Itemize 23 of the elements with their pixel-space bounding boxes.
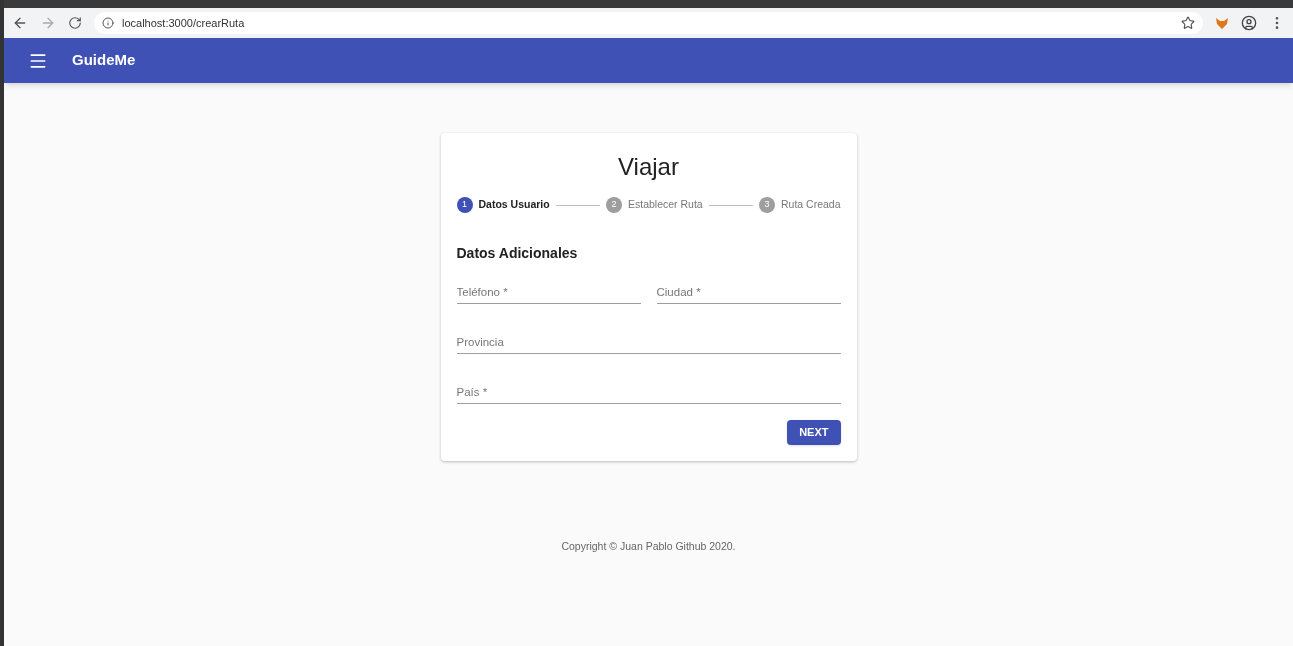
info-icon[interactable] — [102, 17, 114, 29]
app-title: GuideMe — [72, 50, 136, 71]
url-text: localhost:3000/crearRuta — [122, 15, 245, 31]
step-number: 3 — [758, 197, 775, 213]
step-label: Datos Usuario — [478, 197, 550, 213]
section-title: Datos Adicionales — [456, 244, 579, 263]
star-icon[interactable] — [1181, 16, 1195, 30]
copyright-text: Copyright © Juan Pablo Github 2020. — [561, 539, 736, 554]
back-icon[interactable] — [12, 15, 28, 31]
input-field[interactable]: País * — [456, 380, 841, 404]
step-label: Establecer Ruta — [627, 197, 703, 213]
card-title: Viajar — [617, 152, 680, 182]
input-field[interactable]: Ciudad * — [656, 280, 841, 304]
step-number: 1 — [456, 197, 473, 213]
step-number: 2 — [605, 197, 622, 213]
reload-icon[interactable] — [68, 16, 82, 30]
address-bar[interactable]: localhost:3000/crearRuta — [94, 12, 1203, 34]
input-field[interactable]: Provincia — [456, 330, 841, 354]
profile-icon[interactable] — [1241, 15, 1257, 31]
next-button[interactable]: NEXT — [787, 420, 841, 445]
fox-icon[interactable] — [1215, 16, 1229, 30]
input-field[interactable]: Teléfono * — [456, 280, 641, 304]
step-label: Ruta Creada — [780, 197, 841, 213]
